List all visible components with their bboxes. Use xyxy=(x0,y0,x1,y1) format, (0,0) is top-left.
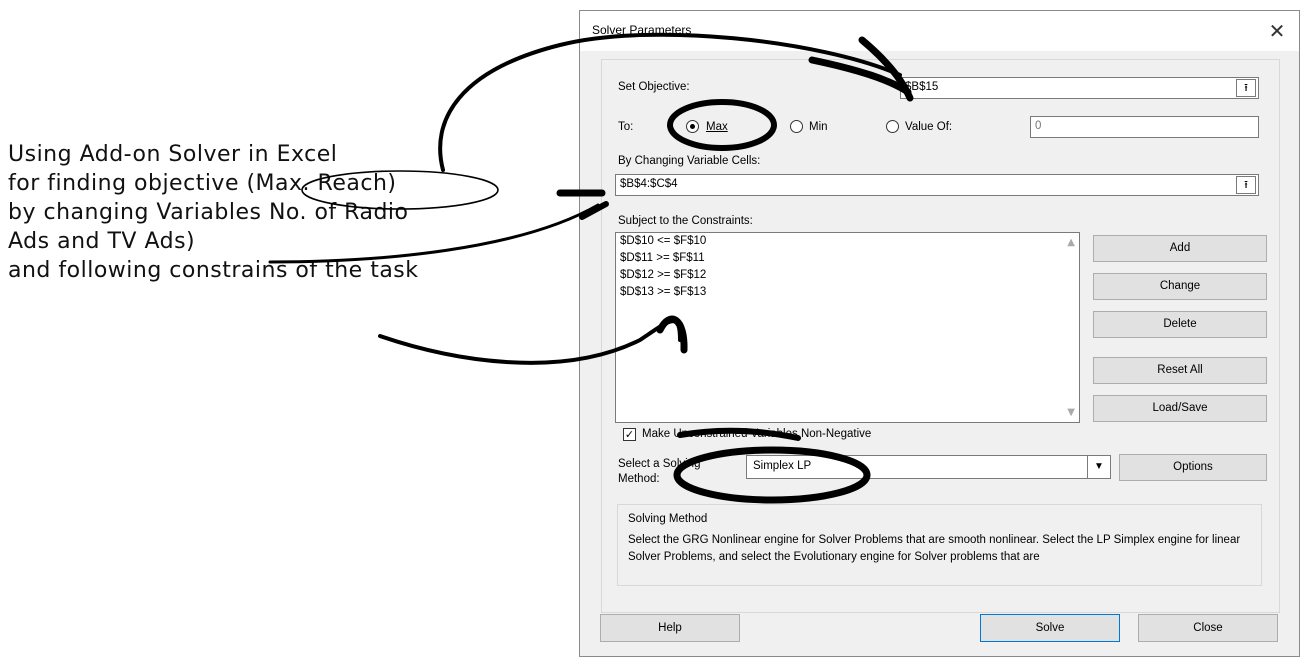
arrow-to-objective xyxy=(438,32,902,172)
arrow-from-variables xyxy=(268,203,600,264)
max-reach-circle xyxy=(301,170,499,210)
simplex-circle xyxy=(673,446,871,504)
arrow-to-constraints xyxy=(378,319,682,365)
scribble-nonneg xyxy=(677,427,801,441)
max-circle xyxy=(667,99,777,151)
annotation-overlay xyxy=(268,32,914,504)
arrow-head-constraints xyxy=(656,315,688,354)
